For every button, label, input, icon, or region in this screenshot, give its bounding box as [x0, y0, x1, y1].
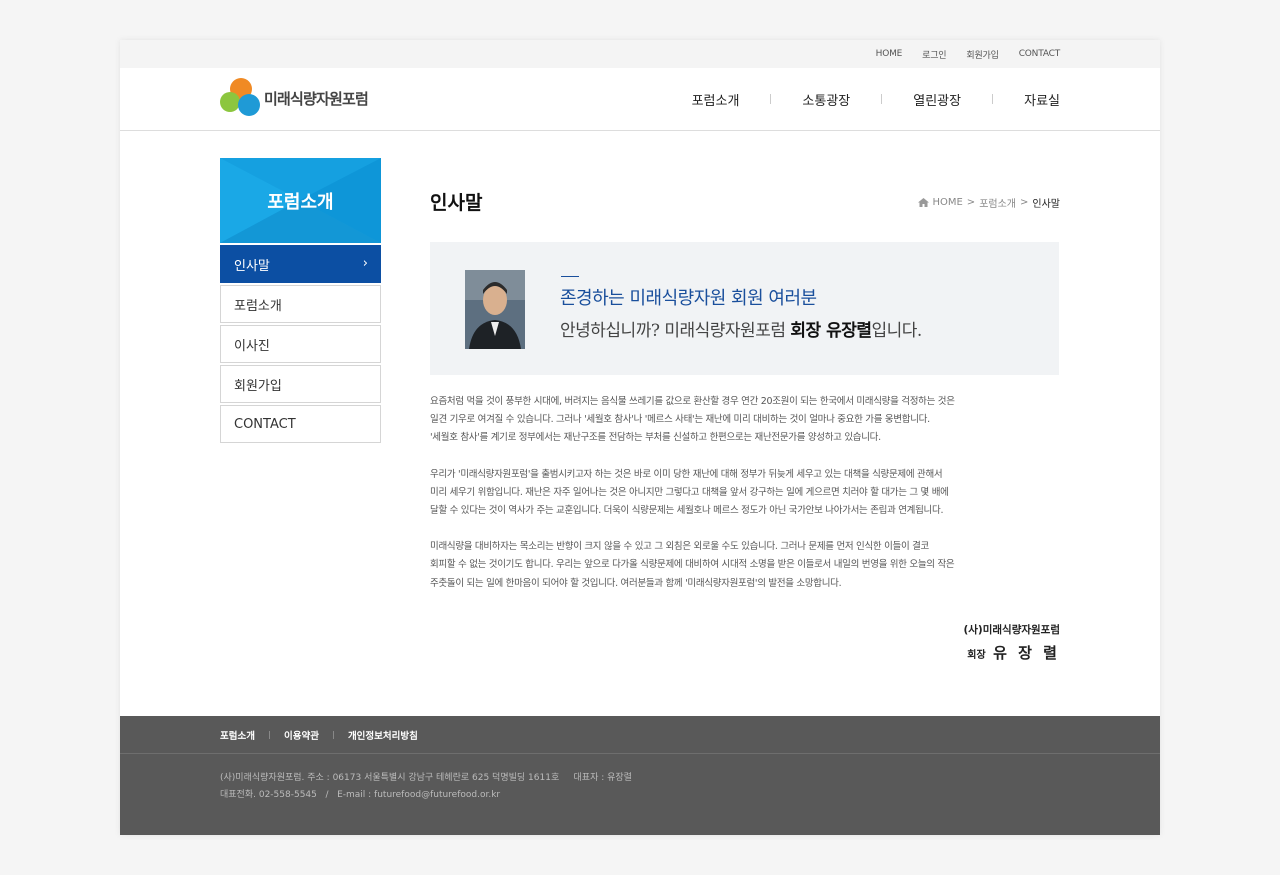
greeting-subline: 안녕하십니까? 미래식량자원포럼 회장 유장렬입니다. — [560, 316, 922, 341]
logo-circle-green — [220, 92, 240, 112]
breadcrumb: HOME > 포럼소개 > 인사말 — [918, 195, 1060, 210]
body-line: 미래식량을 대비하자는 목소리는 반향이 크지 않을 수 있고 그 외침은 외로… — [430, 541, 929, 553]
main-nav: 포럼소개 소통광장 열린광장 자료실 — [692, 68, 1060, 130]
nav-item-communication[interactable]: 소통광장 — [802, 90, 850, 109]
home-icon — [918, 198, 930, 207]
util-link-join[interactable]: 회원가입 — [966, 48, 999, 61]
sidebar-item-label: 회원가입 — [234, 378, 282, 394]
utility-bar: HOME 로그인 회원가입 CONTACT — [120, 40, 1160, 68]
footer: 포럼소개 이용약관 개인정보처리방침 (사)미래식량자원포럼. 주소 : 061… — [120, 716, 1160, 835]
greeting-box: 존경하는 미래식량자원 회원 여러분 안녕하십니까? 미래식량자원포럼 회장 유… — [430, 242, 1059, 375]
greeting-subline-name: 회장 유장렬 — [790, 321, 872, 341]
greeting-body: 요즘처럼 먹을 것이 풍부한 시대에, 버려지는 음식물 쓰레기를 값으로 환산… — [430, 393, 1060, 611]
breadcrumb-separator: > — [1020, 197, 1029, 208]
header: 미래식량자원포럼 포럼소개 소통광장 열린광장 자료실 — [120, 68, 1160, 131]
body-paragraph: 우리가 '미래식량자원포럼'을 출범시키고자 하는 것은 바로 이미 당한 재난… — [430, 466, 1060, 521]
breadcrumb-separator: > — [966, 197, 976, 208]
footer-address: (사)미래식량자원포럼. 주소 : 06173 서울특별시 강남구 테헤란로 6… — [220, 773, 632, 783]
sidebar-item-label: 포럼소개 — [234, 298, 282, 314]
greeting-accent-line — [561, 276, 579, 277]
greeting-headline: 존경하는 미래식량자원 회원 여러분 — [560, 288, 817, 309]
signature-name: 유 장 렬 — [993, 644, 1060, 662]
site-container: HOME 로그인 회원가입 CONTACT 미래식량자원포럼 포럼소개 소통광장… — [120, 40, 1160, 835]
sidebar-item-label: 인사말 — [234, 258, 270, 274]
greeting-subline-post: 입니다. — [871, 321, 923, 341]
sidebar-item-greeting[interactable]: 인사말 › — [220, 245, 381, 283]
chairman-photo — [465, 270, 525, 349]
nav-divider — [881, 94, 883, 104]
footer-link-privacy[interactable]: 개인정보처리방침 — [348, 728, 418, 742]
sidebar-item-label: 이사진 — [234, 338, 270, 354]
logo-text: 미래식량자원포럼 — [264, 89, 369, 108]
body-paragraph: 요즘처럼 먹을 것이 풍부한 시대에, 버려지는 음식물 쓰레기를 값으로 환산… — [430, 393, 1060, 448]
body-line: 우리가 '미래식량자원포럼'을 출범시키고자 하는 것은 바로 이미 당한 재난… — [430, 468, 943, 480]
breadcrumb-section[interactable]: 포럼소개 — [979, 195, 1016, 210]
sidebar-title: 포럼소개 — [267, 192, 334, 213]
nav-divider — [770, 94, 772, 104]
logo[interactable]: 미래식량자원포럼 — [220, 78, 369, 118]
body-line: 미리 세우기 위함입니다. 재난은 자주 일어나는 것은 아니지만 그렇다고 대… — [430, 486, 949, 498]
nav-item-forum-intro[interactable]: 포럼소개 — [692, 90, 740, 109]
nav-divider — [992, 94, 994, 104]
footer-info: (사)미래식량자원포럼. 주소 : 06173 서울특별시 강남구 테헤란로 6… — [120, 754, 1160, 804]
logo-circle-blue — [238, 94, 260, 116]
nav-item-archive[interactable]: 자료실 — [1024, 90, 1060, 109]
chevron-right-icon: › — [362, 256, 368, 271]
sidebar-item-board[interactable]: 이사진 — [220, 325, 381, 363]
signature-title: 회장 — [967, 650, 986, 661]
footer-link-forum-intro[interactable]: 포럼소개 — [220, 728, 255, 742]
sidebar-item-forum-intro[interactable]: 포럼소개 — [220, 285, 381, 323]
body-line: 회피할 수 없는 것이기도 합니다. 우리는 앞으로 다가올 식량문제에 대비하… — [430, 559, 955, 571]
footer-divider — [332, 730, 334, 739]
signature: 회장 유 장 렬 — [967, 642, 1060, 663]
nav-item-open-square[interactable]: 열린광장 — [913, 90, 961, 109]
util-link-contact[interactable]: CONTACT — [1019, 49, 1060, 59]
footer-divider — [268, 730, 270, 739]
footer-links: 포럼소개 이용약관 개인정보처리방침 — [120, 716, 1160, 754]
util-link-home[interactable]: HOME — [876, 49, 903, 59]
footer-contact: 대표전화. 02-558-5545 / E-mail : futurefood@… — [220, 790, 501, 800]
breadcrumb-home[interactable]: HOME — [932, 197, 962, 208]
logo-mark-icon — [220, 78, 262, 118]
body-line: '세월호 참사'를 계기로 정부에서는 재난구조를 전담하는 부처를 신설하고 … — [430, 432, 881, 444]
body-line: 요즘처럼 먹을 것이 풍부한 시대에, 버려지는 음식물 쓰레기를 값으로 환산… — [430, 396, 955, 407]
body-line: 주춧돌이 되는 일에 한마음이 되어야 할 것입니다. 여러분들과 함께 '미래… — [430, 577, 842, 589]
body-line: 일견 기우로 여겨질 수 있습니다. 그러나 '세월호 참사'나 '메르스 사태… — [430, 414, 930, 426]
body-paragraph: 미래식량을 대비하자는 목소리는 반향이 크지 않을 수 있고 그 외침은 외로… — [430, 538, 1060, 593]
greeting-subline-pre: 안녕하십니까? 미래식량자원포럼 — [560, 321, 791, 341]
sidebar-item-join[interactable]: 회원가입 — [220, 365, 381, 403]
portrait-image — [465, 270, 525, 349]
breadcrumb-current: 인사말 — [1032, 199, 1060, 210]
signature-org: (사)미래식량자원포럼 — [963, 624, 1060, 636]
footer-link-terms[interactable]: 이용약관 — [284, 728, 319, 742]
sidebar-item-label: CONTACT — [234, 416, 296, 432]
sidebar-menu: 인사말 › 포럼소개 이사진 회원가입 CONTACT — [220, 245, 381, 445]
page-title: 인사말 — [430, 192, 483, 214]
body-line: 달할 수 있다는 것이 역사가 주는 교훈입니다. 더욱이 식량문제는 세월호나… — [430, 505, 944, 517]
sidebar-item-contact[interactable]: CONTACT — [220, 405, 381, 443]
sidebar-title-banner: 포럼소개 — [220, 158, 381, 243]
util-link-login[interactable]: 로그인 — [922, 48, 946, 61]
